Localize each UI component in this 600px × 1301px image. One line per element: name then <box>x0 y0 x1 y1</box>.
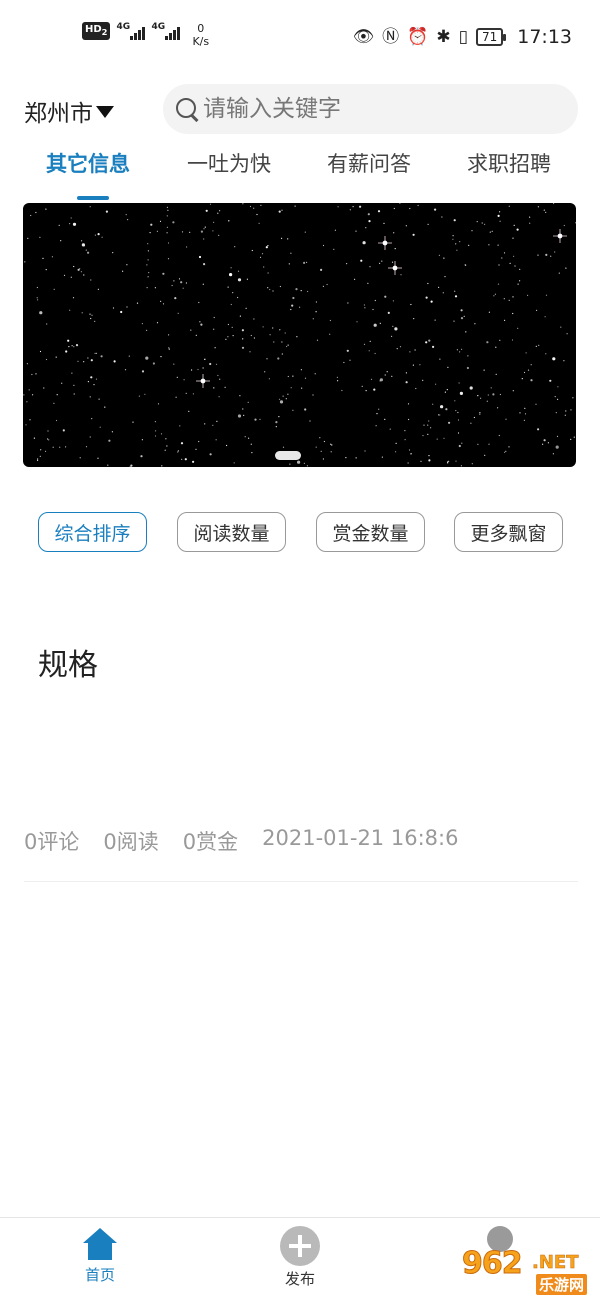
bluetooth-icon: ✱ <box>436 27 451 47</box>
nav-home[interactable]: 首页 <box>50 1226 150 1285</box>
eye-icon: 👁 <box>352 27 375 47</box>
category-tabs: 其它信息 一吐为快 有薪问答 求职招聘 <box>0 148 600 200</box>
banner-carousel[interactable] <box>23 203 576 467</box>
watermark-logo: 962 <box>462 1246 524 1282</box>
nav-home-label: 首页 <box>84 1266 115 1284</box>
network-speed: 0 K/s <box>192 22 210 48</box>
city-selector[interactable]: 郑州市 <box>24 94 114 128</box>
more-popups-button[interactable]: 更多飘窗 <box>454 512 563 552</box>
plus-circle-icon <box>280 1226 320 1266</box>
vibrate-icon: ▯ <box>458 27 468 47</box>
nav-publish[interactable]: 发布 <box>250 1226 350 1289</box>
reward-amount: 0赏金 <box>182 830 239 854</box>
clock: 17:13 <box>517 26 572 48</box>
hd-icon: HD2 <box>82 22 111 40</box>
post-meta: 0评论 0阅读 0赏金 2021-01-21 16:8:6 <box>24 826 458 856</box>
tab-other-info[interactable]: 其它信息 <box>46 148 130 178</box>
post-title[interactable]: 规格 <box>38 640 98 684</box>
tab-indicator <box>77 196 109 200</box>
caret-down-icon <box>96 106 114 118</box>
signal-icon-2: 4G <box>151 22 181 40</box>
battery-icon: 71 <box>475 28 507 46</box>
read-count: 0阅读 <box>103 830 159 854</box>
tab-vent[interactable]: 一吐为快 <box>187 148 271 178</box>
post-datetime: 2021-01-21 16:8:6 <box>262 826 459 850</box>
sort-reads-button[interactable]: 阅读数量 <box>177 512 286 552</box>
watermark-suffix: .NET <box>532 1252 579 1274</box>
site-watermark: 962 .NET 乐游网 <box>462 1246 598 1298</box>
search-bar[interactable] <box>163 84 578 134</box>
watermark-site: 乐游网 <box>536 1274 588 1295</box>
city-label: 郑州市 <box>24 101 93 127</box>
tab-jobs[interactable]: 求职招聘 <box>467 148 551 178</box>
sort-comprehensive-button[interactable]: 综合排序 <box>38 512 147 552</box>
carousel-indicator <box>275 451 301 460</box>
search-input[interactable] <box>203 96 563 122</box>
home-icon <box>83 1228 117 1260</box>
tab-paid-qa[interactable]: 有薪问答 <box>327 148 411 178</box>
alarm-icon: ⏰ <box>407 27 429 47</box>
nav-publish-label: 发布 <box>284 1270 315 1288</box>
nfc-icon: Ⓝ <box>382 27 400 47</box>
starfield-image <box>23 203 576 467</box>
comment-count: 0评论 <box>24 830 80 854</box>
status-right: 👁 Ⓝ ⏰ ✱ ▯ 71 17:13 <box>353 26 572 48</box>
sort-reward-button[interactable]: 赏金数量 <box>316 512 425 552</box>
signal-icon: 4G <box>116 22 146 40</box>
status-bar: HD2 4G 4G 0 K/s 👁 Ⓝ ⏰ ✱ ▯ 71 17:13 <box>0 0 600 70</box>
divider <box>24 881 578 882</box>
status-left: HD2 4G 4G 0 K/s <box>82 22 209 48</box>
search-icon <box>173 96 199 122</box>
